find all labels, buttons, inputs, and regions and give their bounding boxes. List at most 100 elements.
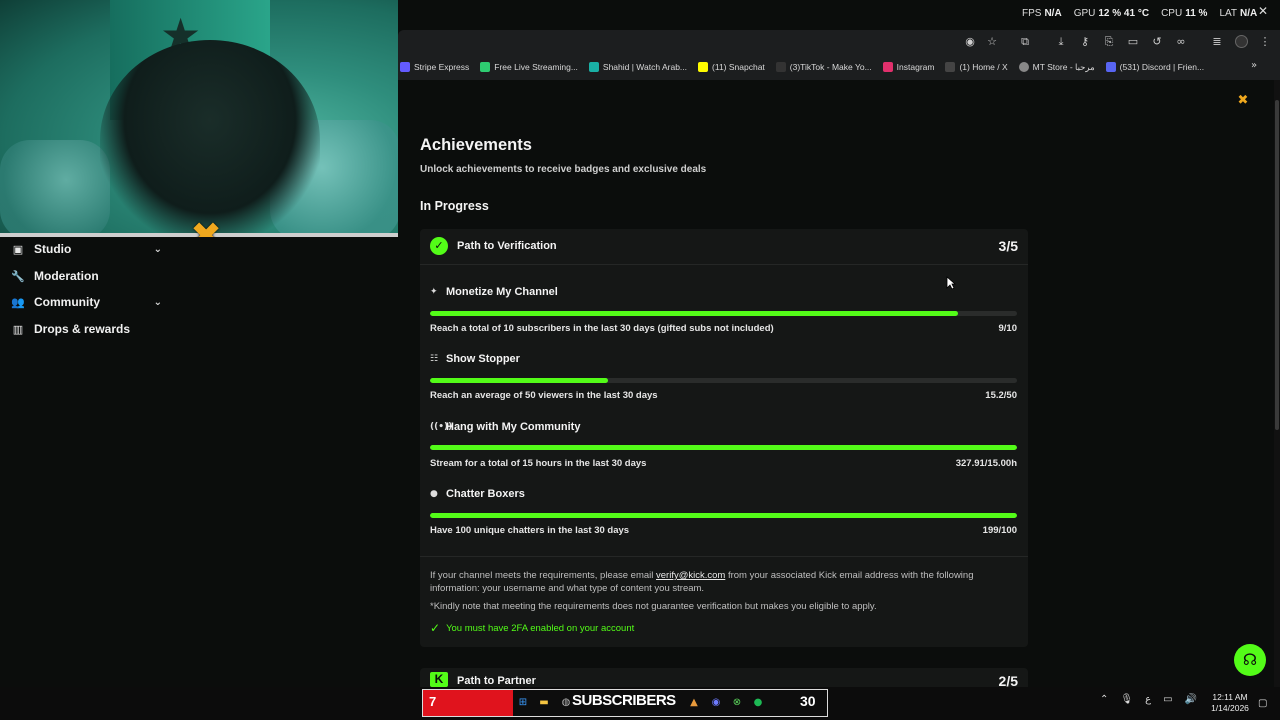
chat-icon: ● [430, 489, 438, 499]
people-icon: 👥 [11, 295, 25, 309]
bookmark-item[interactable]: Stripe Express [400, 62, 469, 72]
verification-note: *Kindly note that meeting the requiremen… [430, 601, 877, 612]
divider [420, 556, 1028, 557]
scrollbar-thumb[interactable] [1275, 100, 1279, 430]
check-icon: ✓ [430, 621, 441, 635]
task-value: 327.91/15.00h [955, 458, 1017, 469]
mouse-cursor [946, 276, 957, 295]
task-title: ☷ Show Stopper [430, 353, 520, 365]
instagram-icon [882, 62, 893, 72]
sidebar-item-studio[interactable]: ▣ Studio ⌄ [12, 237, 162, 261]
language-icon[interactable]: ع [1145, 694, 1151, 705]
sidebar: ▣ Studio ⌄ 🔧 Moderation 👥 Community ⌄ ▥ … [0, 237, 398, 687]
bookmark-item[interactable]: (3)TikTok - Make Yo... [775, 62, 872, 72]
task-value: 9/10 [998, 323, 1018, 334]
network-icon[interactable]: ▭ [1163, 694, 1172, 705]
progress-bar [430, 378, 1017, 383]
support-chat-button[interactable]: ☊ [1234, 644, 1266, 676]
menu-dots-icon[interactable]: ⋮ [1258, 35, 1272, 49]
history-icon[interactable]: ↺ [1150, 35, 1164, 49]
progress-bar [430, 445, 1017, 450]
progress-fill [430, 378, 609, 383]
broadcast-icon: ((•)) [430, 422, 453, 432]
sidebar-item-drops[interactable]: ▥ Drops & rewards [12, 317, 162, 341]
sidebar-item-moderation[interactable]: 🔧 Moderation [11, 264, 162, 288]
kick-badge-icon[interactable]: ✖ [1236, 94, 1250, 108]
bookmark-item[interactable]: (531) Discord | Frien... [1105, 62, 1204, 72]
download-icon[interactable]: ⤓ [1054, 35, 1068, 49]
wallet-icon[interactable]: ▭ [1126, 35, 1140, 49]
translate-icon[interactable]: ⎘ [1102, 35, 1116, 49]
stat-lat: LAT N/A [1219, 8, 1258, 19]
star-bookmark-icon[interactable]: ☆ [985, 35, 999, 49]
chevron-down-icon[interactable]: ⌄ [154, 244, 162, 255]
bookmark-item[interactable]: Instagram [882, 62, 934, 72]
wrench-icon: 🔧 [11, 269, 25, 283]
link-icon[interactable]: ∞ [1174, 35, 1188, 49]
task-title: ✦ Monetize My Channel [430, 286, 558, 298]
verified-check-icon: ✓ [430, 237, 448, 255]
progress-bar [430, 311, 1017, 316]
bookmark-item[interactable]: Free Live Streaming... [480, 62, 578, 72]
performance-overlay: FPS N/A GPU 12 % 41 °C CPU 11 % LAT N/A [1022, 8, 1280, 26]
card-title: Path to Partner [457, 675, 536, 687]
file-explorer-icon[interactable]: ▬ [538, 697, 550, 709]
subscriber-label: SUBSCRIBERS [572, 692, 676, 709]
speaker-icon[interactable]: 🔊 [1185, 694, 1197, 705]
subscriber-current: 7 [429, 694, 437, 709]
verify-email-link[interactable]: verify@kick.com [656, 570, 725, 581]
microphone-icon[interactable]: 🎙 [1120, 694, 1133, 705]
streaming-icon [480, 62, 491, 72]
requirement-item: ✓ You must have 2FA enabled on your accou… [430, 621, 635, 635]
task-description: Reach an average of 50 viewers in the la… [430, 390, 658, 401]
bookmark-item[interactable]: (11) Snapchat [698, 62, 765, 72]
snapchat-icon [698, 62, 709, 72]
progress-fill [430, 445, 1017, 450]
x-icon [945, 62, 956, 72]
card-title: Path to Verification [457, 240, 557, 252]
tiktok-icon [775, 62, 786, 72]
windows-start-icon[interactable]: ⊞ [517, 697, 529, 709]
globe-icon [1018, 62, 1029, 72]
task-description: Have 100 unique chatters in the last 30 … [430, 525, 630, 536]
eye-slash-icon[interactable]: ◉ [963, 35, 977, 49]
stripe-icon [400, 62, 410, 72]
browser-toolbar [398, 30, 1280, 54]
key-icon[interactable]: ⚷ [1078, 35, 1092, 49]
spotify-icon[interactable]: ● [752, 697, 764, 709]
profile-avatar[interactable] [1235, 35, 1248, 48]
stat-cpu: CPU 11 % [1161, 8, 1208, 19]
app-icon[interactable]: ▲ [688, 697, 700, 709]
close-icon[interactable]: ✕ [1258, 4, 1268, 18]
bookmarks-bar: Stripe Express Free Live Streaming... Sh… [398, 54, 1280, 80]
system-clock[interactable]: 12:11 AM 1/14/2026 [1206, 692, 1254, 714]
xbox-icon[interactable]: ⊗ [731, 697, 743, 709]
task-title: ● Chatter Boxers [430, 488, 525, 500]
bookmark-item[interactable]: (1) Home / X [945, 62, 1008, 72]
system-tray: ⌃ 🎙 ع ▭ 🔊 [1100, 694, 1197, 705]
app-icon[interactable]: ◍ [560, 697, 572, 709]
sidebar-item-label: Community [34, 295, 100, 309]
discord-icon [1105, 62, 1116, 72]
scrollbar[interactable] [1274, 80, 1280, 687]
page-title: Achievements [420, 136, 532, 154]
chevron-up-icon[interactable]: ⌃ [1100, 694, 1108, 705]
notification-icon[interactable]: ▢ [1258, 698, 1267, 709]
extensions-icon[interactable]: ⧉ [1018, 35, 1032, 49]
task-description: Reach a total of 10 subscribers in the l… [430, 323, 774, 334]
progress-fill [430, 513, 1017, 518]
streamer-silhouette [100, 40, 320, 236]
bookmark-item[interactable]: Shahid | Watch Arab... [588, 62, 687, 72]
bookmark-item[interactable]: MT Store - مرحبا [1018, 62, 1095, 73]
pillow-left [0, 140, 110, 236]
reading-list-icon[interactable]: ≣ [1210, 35, 1224, 49]
kick-logo-icon: K [430, 672, 448, 687]
sidebar-item-label: Studio [34, 242, 72, 256]
chevron-down-icon[interactable]: ⌄ [154, 297, 162, 308]
sidebar-item-community[interactable]: 👥 Community ⌄ [11, 290, 162, 314]
task-title: ((•)) Hang with My Community [430, 421, 581, 433]
task-value: 15.2/50 [985, 390, 1017, 401]
task-value: 199/100 [982, 525, 1017, 536]
chevron-double-right-icon[interactable]: » [1251, 60, 1257, 71]
app-icon[interactable]: ◉ [710, 697, 722, 709]
